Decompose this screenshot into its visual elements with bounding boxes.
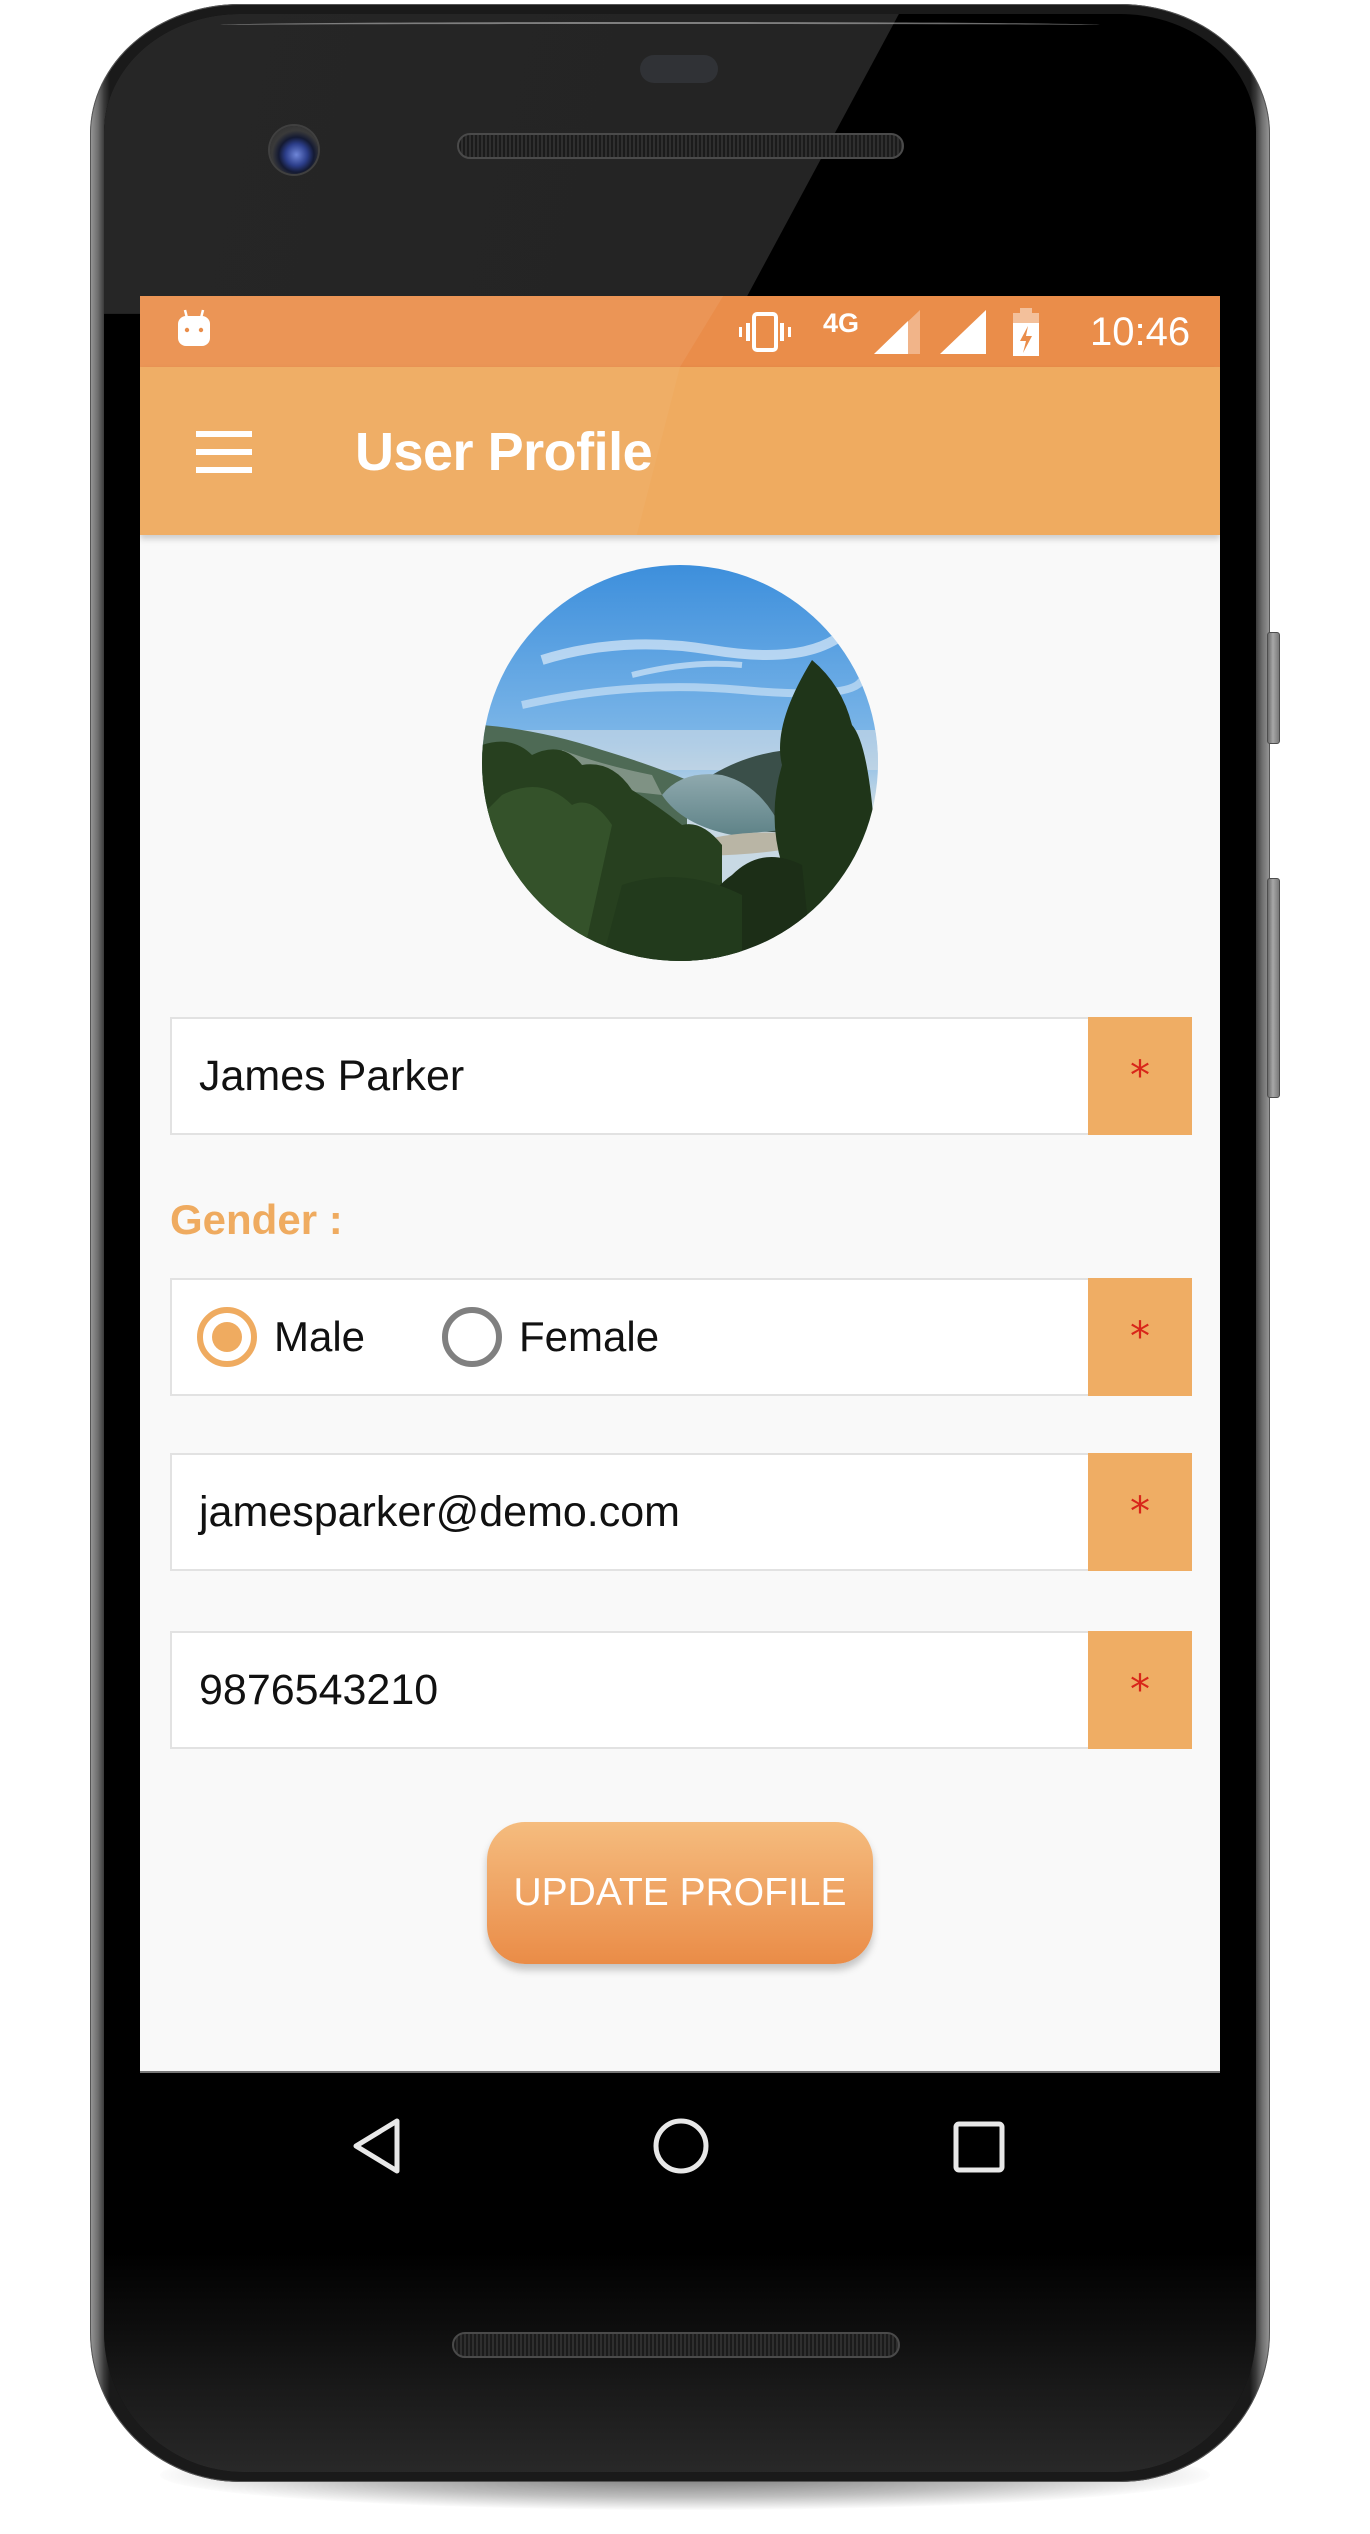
- radio-female-label: Female: [519, 1313, 660, 1360]
- hamburger-menu-icon[interactable]: [196, 431, 252, 473]
- volume-button: [1267, 878, 1280, 1098]
- navigation-bar: [140, 2071, 1220, 2211]
- gender-label: Gender :: [170, 1196, 343, 1243]
- asterisk-icon: *: [1130, 1489, 1150, 1535]
- profile-avatar[interactable]: [482, 565, 878, 961]
- app-bar-glare: [140, 367, 680, 535]
- phone-field: 9876543210 *: [170, 1631, 1192, 1749]
- gender-field: Male Female *: [170, 1278, 1192, 1396]
- asterisk-icon: *: [1130, 1053, 1150, 1099]
- phone-input[interactable]: 9876543210: [199, 1633, 1079, 1747]
- back-icon[interactable]: [350, 2117, 404, 2175]
- required-indicator: *: [1088, 1017, 1192, 1135]
- android-debug-icon: [178, 309, 210, 346]
- app-screen: 4G 10:46 User Profile James Parker * Gen…: [140, 296, 1220, 2071]
- radio-checked-icon[interactable]: [197, 1307, 257, 1367]
- signal-4g-icon: [874, 310, 920, 354]
- name-field: James Parker *: [170, 1017, 1192, 1135]
- signal-strength-icon: [940, 310, 986, 354]
- asterisk-icon: *: [1130, 1667, 1150, 1713]
- name-input[interactable]: James Parker: [199, 1019, 1079, 1133]
- radio-unchecked-icon[interactable]: [442, 1307, 502, 1367]
- page-title: User Profile: [355, 422, 653, 482]
- status-time: 10:46: [1090, 310, 1191, 354]
- radio-female[interactable]: Female: [442, 1280, 659, 1394]
- network-type-label: 4G: [823, 308, 860, 338]
- battery-charging-icon: [1013, 308, 1039, 356]
- bottom-speaker: [452, 2332, 900, 2358]
- home-icon[interactable]: [652, 2117, 710, 2175]
- vibrate-icon: [739, 312, 791, 352]
- power-button: [1267, 632, 1280, 744]
- landscape-photo: [482, 565, 878, 961]
- recents-icon[interactable]: [952, 2120, 1006, 2174]
- rim-highlight: [220, 22, 1100, 28]
- radio-male-label: Male: [274, 1313, 366, 1360]
- status-bar-glare: [140, 296, 724, 367]
- asterisk-icon: *: [1130, 1314, 1150, 1360]
- status-bar: 4G 10:46: [140, 296, 1220, 367]
- glass-bottom-glow: [104, 2252, 1256, 2472]
- front-camera-icon: [270, 126, 318, 174]
- required-indicator: *: [1088, 1453, 1192, 1571]
- proximity-sensor: [640, 55, 718, 83]
- email-input[interactable]: jamesparker@demo.com: [199, 1455, 1079, 1569]
- required-indicator: *: [1088, 1631, 1192, 1749]
- radio-male[interactable]: Male: [197, 1280, 365, 1394]
- earpiece-speaker: [457, 133, 904, 159]
- device-mockup: 4G 10:46 User Profile James Parker * Gen…: [0, 0, 1370, 2534]
- app-bar: User Profile: [140, 367, 1220, 535]
- update-profile-button[interactable]: UPDATE PROFILE: [487, 1822, 873, 1964]
- email-field: jamesparker@demo.com *: [170, 1453, 1192, 1571]
- required-indicator: *: [1088, 1278, 1192, 1396]
